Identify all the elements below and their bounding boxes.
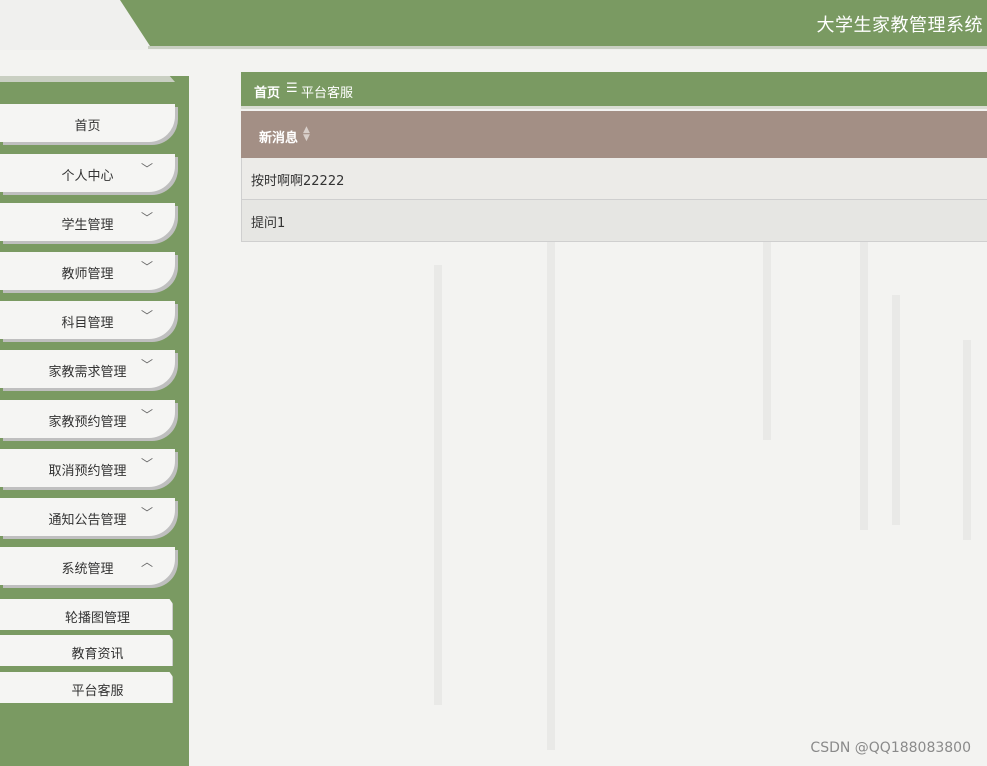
submenu-item-label: 轮播图管理: [64, 611, 130, 626]
column-header-new-message[interactable]: 新消息: [259, 127, 298, 146]
table-row[interactable]: 提问1: [241, 200, 987, 242]
submenu-item-label: 平台客服: [71, 684, 124, 699]
sidebar-item-home[interactable]: 首页: [0, 104, 175, 142]
submenu-item-customer-service[interactable]: 平台客服: [0, 672, 173, 703]
chevron-down-icon: ﹀: [141, 162, 154, 176]
menu-icon: ☰: [286, 81, 298, 96]
message-cell: 按时啊啊22222: [251, 174, 345, 189]
sidebar-item-teacher-management[interactable]: 教师管理 ﹀: [0, 252, 175, 290]
sidebar-item-subject-management[interactable]: 科目管理 ﹀: [0, 301, 175, 339]
sort-icon[interactable]: ▲ ▼: [303, 126, 310, 143]
sidebar-item-tutoring-booking[interactable]: 家教预约管理 ﹀: [0, 400, 175, 438]
top-header: 大学生家教管理系统: [0, 0, 987, 50]
app-title: 大学生家教管理系统: [816, 15, 983, 36]
breadcrumb: 首页 ☰ 平台客服: [241, 72, 987, 106]
breadcrumb-home-link[interactable]: 首页: [254, 82, 280, 101]
chevron-down-icon: ﹀: [141, 260, 154, 274]
submenu-item-carousel[interactable]: 轮播图管理: [0, 599, 173, 630]
sidebar-item-label: 首页: [74, 119, 101, 134]
sidebar-item-tutoring-demand[interactable]: 家教需求管理 ﹀: [0, 350, 175, 388]
message-cell: 提问1: [251, 216, 286, 231]
background-decoration: [963, 340, 971, 540]
table-header: 新消息 ▲ ▼: [241, 111, 987, 158]
background-decoration: [434, 265, 442, 705]
sidebar-item-notice-management[interactable]: 通知公告管理 ﹀: [0, 498, 175, 536]
chevron-down-icon: ﹀: [141, 211, 154, 225]
chevron-down-icon: ﹀: [141, 358, 154, 372]
sidebar-item-system-management[interactable]: 系统管理 ︿: [0, 547, 175, 585]
chevron-down-icon: ﹀: [141, 457, 154, 471]
chevron-down-icon: ﹀: [141, 506, 154, 520]
submenu-item-label: 教育资讯: [71, 647, 124, 662]
sidebar-item-student-management[interactable]: 学生管理 ﹀: [0, 203, 175, 241]
breadcrumb-current: 平台客服: [301, 86, 354, 101]
chevron-down-icon: ﹀: [141, 408, 154, 422]
sidebar-item-personal-center[interactable]: 个人中心 ﹀: [0, 154, 175, 192]
background-decoration: [892, 295, 900, 525]
chevron-down-icon: ﹀: [141, 309, 154, 323]
submenu-item-education-news[interactable]: 教育资讯: [0, 635, 173, 666]
chevron-up-icon: ︿: [141, 555, 154, 569]
sidebar-item-cancel-booking[interactable]: 取消预约管理 ﹀: [0, 449, 175, 487]
watermark: CSDN @QQ188083800: [810, 740, 971, 756]
table-row[interactable]: 按时啊啊22222: [241, 158, 987, 200]
